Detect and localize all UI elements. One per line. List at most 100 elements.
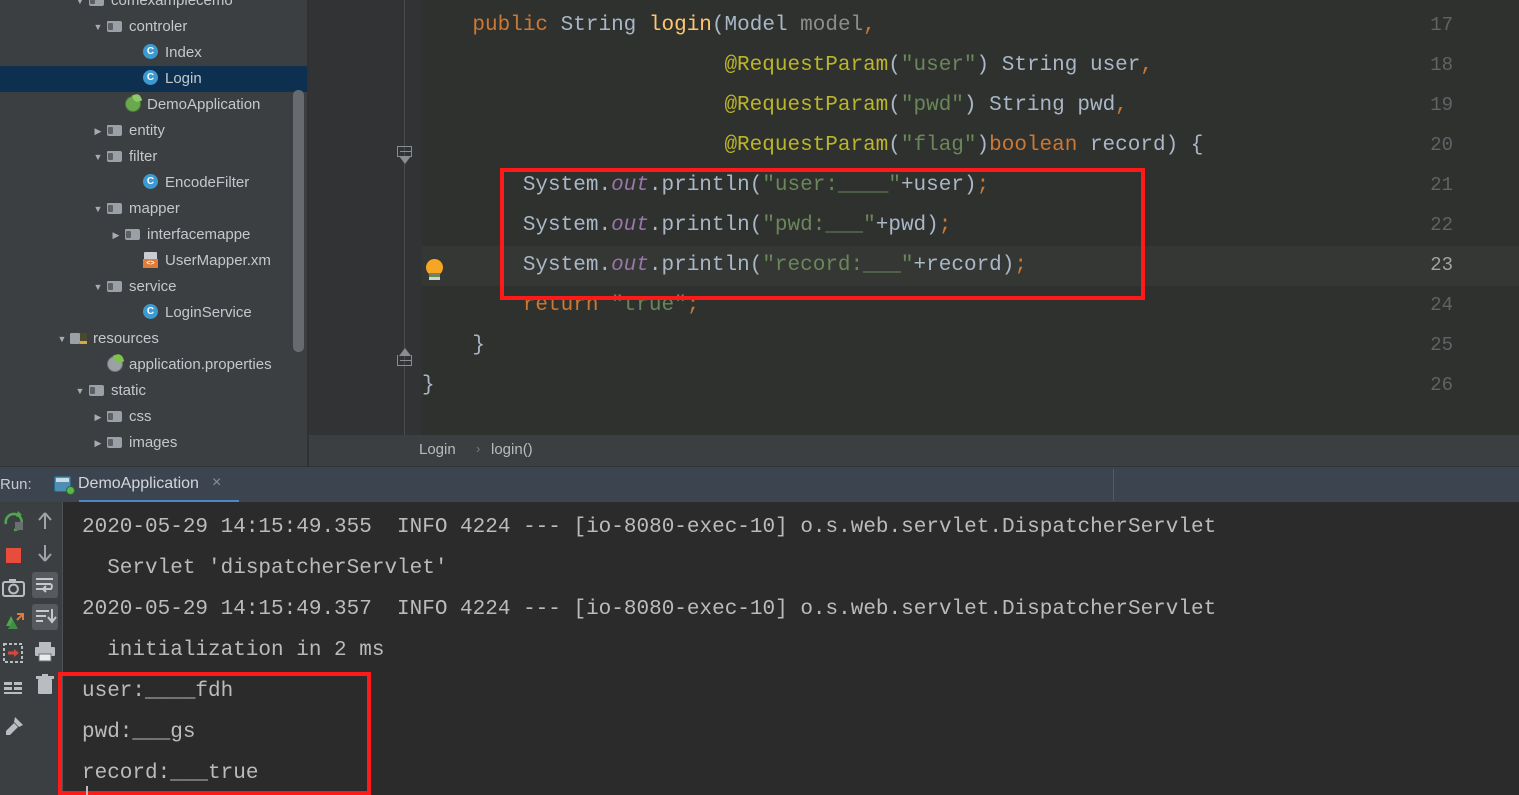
- chevron-down-icon[interactable]: ▼: [90, 14, 106, 40]
- print-icon[interactable]: [32, 638, 58, 664]
- chevron-right-icon[interactable]: ▶: [90, 430, 106, 456]
- code-line[interactable]: return "true";: [422, 294, 699, 317]
- code-line[interactable]: System.out.println("user:____"+user);: [422, 174, 989, 197]
- tree-item-resources[interactable]: ▼ resources: [0, 326, 307, 352]
- export-icon[interactable]: [1, 640, 27, 666]
- chevron-down-icon[interactable]: ▼: [90, 196, 106, 222]
- run-config-icon: [54, 476, 75, 495]
- console-output[interactable]: 2020-05-29 14:15:49.355 INFO 4224 --- [i…: [62, 502, 1519, 795]
- run-window-label: Run:: [0, 476, 32, 493]
- code-line[interactable]: System.out.println("record:___"+record);: [422, 254, 1027, 277]
- tree-item-interfacemappe[interactable]: ▶ interfacemappe: [0, 222, 307, 248]
- tree-item-filter[interactable]: ▼ filter: [0, 144, 307, 170]
- scroll-to-end-icon[interactable]: [32, 604, 58, 630]
- code-line[interactable]: @RequestParam("user") String user,: [422, 54, 1153, 77]
- chevron-right-icon[interactable]: ▶: [108, 222, 124, 248]
- breadcrumb[interactable]: Login › login(): [309, 435, 1519, 466]
- code-token: String: [560, 14, 637, 37]
- tree-item-mapper[interactable]: ▼ mapper: [0, 196, 307, 222]
- tree-item-static[interactable]: ▼ static: [0, 378, 307, 404]
- tree-item-usermapper-xm[interactable]: UserMapper.xm: [0, 248, 307, 274]
- code-token: login: [648, 14, 712, 37]
- tree-item-css[interactable]: ▶ css: [0, 404, 307, 430]
- code-fold-marker-close[interactable]: [397, 348, 413, 373]
- code-line[interactable]: }: [422, 374, 435, 397]
- tree-item-controler[interactable]: ▼ controler: [0, 14, 307, 40]
- project-tree-panel[interactable]: ▼ comexamplecemo ▼ controler Index Login DemoA…: [0, 0, 307, 466]
- tree-item-label: css: [129, 408, 152, 426]
- code-token: String: [1001, 54, 1078, 77]
- chevron-right-icon[interactable]: ▶: [90, 404, 106, 430]
- close-icon[interactable]: ×: [212, 474, 221, 492]
- line-number[interactable]: 23: [1413, 254, 1453, 276]
- code-line[interactable]: public String login(Model model,: [422, 14, 875, 37]
- line-number[interactable]: 22: [1413, 214, 1453, 236]
- intention-bulb-icon[interactable]: [424, 259, 446, 283]
- tree-item-loginservice[interactable]: LoginService: [0, 300, 307, 326]
- attach-process-icon[interactable]: [1, 608, 27, 634]
- tree-item-label: interfacemappe: [147, 226, 251, 244]
- chevron-down-icon[interactable]: ▼: [54, 326, 70, 352]
- screenshot-icon[interactable]: [1, 575, 27, 601]
- code-token: ): [963, 94, 977, 117]
- chevron-down-icon[interactable]: ▼: [90, 274, 106, 300]
- folder-icon: [106, 149, 124, 163]
- code-token: "flag": [900, 134, 977, 157]
- rerun-icon[interactable]: [1, 508, 27, 534]
- code-line[interactable]: @RequestParam("flag")boolean record) {: [422, 134, 1203, 157]
- code-token: ): [976, 54, 990, 77]
- code-token: String: [989, 94, 1065, 117]
- tree-item-demoapplication[interactable]: DemoApplication: [0, 92, 307, 118]
- line-number[interactable]: 17: [1413, 14, 1453, 36]
- code-line[interactable]: }: [422, 334, 485, 357]
- chevron-down-icon[interactable]: ▼: [90, 144, 106, 170]
- run-tab-demoapplication[interactable]: DemoApplication ×: [47, 467, 243, 503]
- stop-icon[interactable]: [1, 542, 27, 568]
- breadcrumb-method[interactable]: login(): [491, 441, 533, 458]
- code-line[interactable]: System.out.println("pwd:___"+pwd);: [422, 214, 952, 237]
- code-token: "pwd": [900, 94, 964, 117]
- line-number[interactable]: 21: [1413, 174, 1453, 196]
- code-fold-marker-open[interactable]: [397, 146, 413, 164]
- scroll-up-icon[interactable]: [32, 508, 58, 534]
- editor-vertical-scrollbar[interactable]: [1503, 0, 1517, 435]
- project-tree-scrollbar[interactable]: [293, 90, 304, 352]
- tree-item-entity[interactable]: ▶ entity: [0, 118, 307, 144]
- run-toolbar-primary[interactable]: [0, 502, 28, 795]
- pin-icon[interactable]: [1, 714, 27, 740]
- line-number[interactable]: 26: [1413, 374, 1453, 396]
- tree-item-comexamplecemo[interactable]: ▼ comexamplecemo: [0, 0, 307, 14]
- line-number[interactable]: 25: [1413, 334, 1453, 356]
- tree-item-label: Index: [165, 44, 202, 62]
- code-line[interactable]: @RequestParam("pwd") String pwd,: [422, 94, 1127, 117]
- header-divider: [1113, 469, 1114, 501]
- code-token: .: [648, 254, 662, 277]
- scroll-down-icon[interactable]: [32, 540, 58, 566]
- layout-icon[interactable]: [1, 674, 27, 700]
- tree-item-application-properties[interactable]: application.properties: [0, 352, 307, 378]
- chevron-right-icon[interactable]: ▶: [90, 118, 106, 144]
- tree-item-service[interactable]: ▼ service: [0, 274, 307, 300]
- soft-wrap-icon[interactable]: [32, 572, 58, 598]
- line-number[interactable]: 20: [1413, 134, 1453, 156]
- tree-item-login[interactable]: Login: [0, 66, 307, 92]
- chevron-down-icon[interactable]: ▼: [72, 378, 88, 404]
- console-line: 2020-05-29 14:15:49.355 INFO 4224 --- [i…: [82, 516, 1217, 539]
- breadcrumb-class[interactable]: Login: [419, 441, 456, 458]
- tree-item-encodefilter[interactable]: EncodeFilter: [0, 170, 307, 196]
- chevron-down-icon[interactable]: ▼: [72, 0, 88, 14]
- clear-all-icon[interactable]: [32, 672, 58, 698]
- folder-icon: [124, 227, 142, 241]
- line-number[interactable]: 24: [1413, 294, 1453, 316]
- tree-item-images[interactable]: ▶ images: [0, 430, 307, 456]
- line-number[interactable]: 18: [1413, 54, 1453, 76]
- line-number[interactable]: 19: [1413, 94, 1453, 116]
- tree-item-index[interactable]: Index: [0, 40, 307, 66]
- code-editor[interactable]: 17 18 19 20 21 22 23 24 25 26 public String login…: [309, 0, 1519, 435]
- code-token: user: [1089, 54, 1141, 77]
- run-toolbar-secondary[interactable]: [28, 502, 62, 795]
- code-token: public: [472, 14, 549, 37]
